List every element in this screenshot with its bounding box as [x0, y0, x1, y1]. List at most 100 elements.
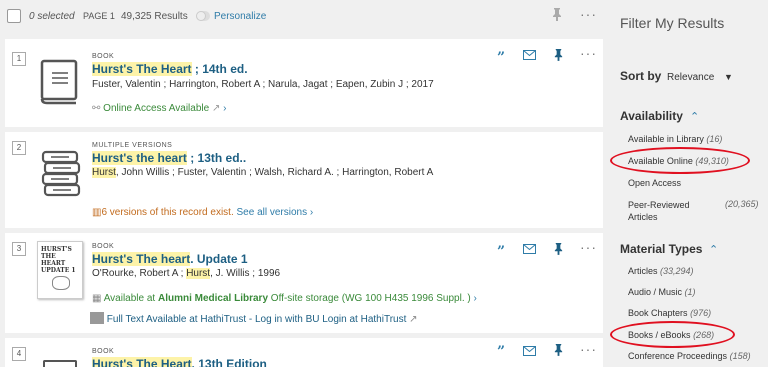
sort-label: Sort by: [620, 69, 662, 83]
more-icon[interactable]: ···: [580, 45, 597, 61]
versions-notice[interactable]: ▥6 versions of this record exist. See al…: [92, 207, 313, 218]
chevron-up-icon[interactable]: ⌃: [709, 243, 718, 256]
record-number: 3: [12, 242, 26, 256]
record-type: BOOK: [92, 243, 115, 250]
online-access-label[interactable]: Online Access Available: [103, 103, 209, 114]
email-icon[interactable]: [523, 345, 536, 359]
results-count: 49,325 Results: [121, 11, 188, 22]
caret-down-icon[interactable]: ▼: [724, 72, 733, 82]
facet-label[interactable]: Peer-Reviewed: [628, 200, 690, 210]
book-icon: [40, 59, 78, 105]
authors-pre: O'Rourke, Robert A ;: [92, 268, 187, 279]
facet-count: (976): [690, 308, 712, 318]
book-icon: [43, 360, 77, 367]
title-highlight[interactable]: Hurst's the heart: [92, 151, 187, 165]
results-pane: 0 selected PAGE 1 49,325 Results Persona…: [0, 0, 605, 367]
authors-rest: , J. Willis ; 1996: [210, 268, 281, 279]
see-all-versions-link[interactable]: See all versions: [237, 207, 308, 218]
record-title[interactable]: Hurst's The Heart ; 14th ed.: [92, 62, 248, 76]
record-type: MULTIPLE VERSIONS: [92, 142, 173, 149]
more-icon[interactable]: ···: [580, 6, 597, 22]
record-number: 1: [12, 52, 26, 66]
title-rest[interactable]: , 13th Edition: [192, 357, 267, 367]
facet-articles[interactable]: Articles (33,294): [628, 266, 694, 276]
facet-label[interactable]: Open Access: [628, 178, 681, 188]
cover-heart-drawing: [52, 276, 70, 290]
facet-label[interactable]: Available in Library: [628, 134, 704, 144]
hathitrust-link[interactable]: Full Text Available at HathiTrust - Log …: [90, 312, 418, 325]
facet-peer-reviewed[interactable]: Peer-Reviewed Articles: [628, 199, 690, 223]
chevron-right-icon: ›: [473, 293, 477, 304]
sort-select[interactable]: Relevance: [667, 72, 714, 83]
external-link-icon: ↗: [211, 103, 221, 114]
title-highlight[interactable]: Hurst's The Heart: [92, 62, 192, 76]
quote-icon[interactable]: ”: [497, 244, 505, 260]
author-highlight: Hurst: [186, 268, 211, 279]
more-icon[interactable]: ···: [580, 239, 597, 255]
pin-icon[interactable]: [551, 7, 563, 24]
online-access-link[interactable]: ⚯ Online Access Available ↗ ›: [92, 103, 226, 114]
record-title[interactable]: Hurst's The heart. Update 1: [92, 252, 248, 266]
facet-label[interactable]: Articles: [628, 266, 658, 276]
chevron-right-icon: ›: [309, 207, 314, 218]
material-types-heading[interactable]: Material Types: [620, 242, 702, 256]
title-rest[interactable]: ; 14th ed.: [192, 62, 248, 76]
filter-sidebar: Filter My Results Sort by Relevance ▼ Av…: [605, 0, 768, 367]
page-indicator: PAGE 1: [83, 11, 115, 21]
email-icon[interactable]: [523, 243, 536, 257]
facet-label-line2[interactable]: Articles: [628, 212, 658, 222]
hathitrust-logo: [90, 312, 104, 324]
link-icon: ⚯: [92, 103, 101, 114]
library-icon: ▦: [92, 293, 102, 304]
record-number: 4: [12, 347, 26, 361]
availability-heading[interactable]: Availability: [620, 109, 683, 123]
facet-audio-music[interactable]: Audio / Music (1): [628, 287, 696, 297]
record-authors: Fuster, Valentin ; Harrington, Robert A …: [92, 79, 434, 90]
book-cover-thumbnail[interactable]: HURST'S THE HEART UPDATE 1: [37, 241, 83, 299]
result-record[interactable]: 1 BOOK Hurst's The Heart ; 14th ed. Fust…: [5, 39, 603, 127]
record-type: BOOK: [92, 348, 115, 355]
personalize-link[interactable]: Personalize: [214, 11, 266, 22]
personalize-toggle[interactable]: [196, 11, 210, 21]
annotation-oval: [610, 321, 735, 348]
email-icon[interactable]: [523, 49, 536, 63]
author-highlight: Hurst: [92, 167, 116, 178]
facet-label[interactable]: Book Chapters: [628, 308, 688, 318]
facet-count: (158): [729, 351, 751, 361]
quote-icon[interactable]: ”: [497, 344, 505, 360]
title-highlight[interactable]: Hurst's The heart: [92, 252, 191, 266]
result-record[interactable]: 2 MULTIPLE VERSIONS Hurst's the heart ; …: [5, 132, 603, 228]
title-rest[interactable]: . Update 1: [190, 252, 247, 266]
availability-link[interactable]: ▦ Available at Alumni Medical Library Of…: [92, 293, 477, 304]
facet-open-access[interactable]: Open Access: [628, 178, 681, 188]
pin-icon[interactable]: [553, 48, 564, 64]
more-icon[interactable]: ···: [580, 341, 597, 357]
title-rest[interactable]: ; 13th ed..: [187, 151, 246, 165]
record-title[interactable]: Hurst's The Heart, 13th Edition: [92, 357, 267, 367]
avail-location[interactable]: Alumni Medical Library: [158, 293, 268, 304]
versions-text: 6 versions of this record exist.: [101, 207, 234, 218]
result-record[interactable]: 4 BOOK Hurst's The Heart, 13th Edition ”…: [5, 338, 603, 367]
quote-icon[interactable]: ”: [497, 50, 505, 66]
facet-label[interactable]: Audio / Music: [628, 287, 682, 297]
facet-count: (16): [706, 134, 723, 144]
result-record[interactable]: 3 HURST'S THE HEART UPDATE 1 BOOK Hurst'…: [5, 233, 603, 333]
select-all-checkbox[interactable]: [7, 9, 21, 23]
annotation-oval: [610, 147, 750, 174]
facet-conference-proceedings[interactable]: Conference Proceedings (158): [628, 351, 751, 361]
pin-icon[interactable]: [553, 242, 564, 258]
chevron-up-icon[interactable]: ⌃: [690, 110, 699, 123]
record-authors: O'Rourke, Robert A ; Hurst, J. Willis ; …: [92, 268, 280, 279]
avail-pre: Available at: [103, 293, 158, 304]
facet-label[interactable]: Conference Proceedings: [628, 351, 727, 361]
facet-count: (1): [684, 287, 696, 297]
facet-count: (33,294): [660, 266, 694, 276]
pin-icon[interactable]: [553, 343, 564, 359]
facet-available-in-library[interactable]: Available in Library (16): [628, 134, 722, 144]
title-highlight[interactable]: Hurst's The Heart: [92, 357, 192, 367]
avail-post[interactable]: Off-site storage (WG 100 H435 1996 Suppl…: [268, 293, 471, 304]
facet-book-chapters[interactable]: Book Chapters (976): [628, 308, 711, 318]
record-title[interactable]: Hurst's the heart ; 13th ed..: [92, 151, 246, 165]
external-link-icon: ↗: [409, 314, 418, 325]
fulltext-label[interactable]: Full Text Available at HathiTrust - Log …: [107, 314, 407, 325]
